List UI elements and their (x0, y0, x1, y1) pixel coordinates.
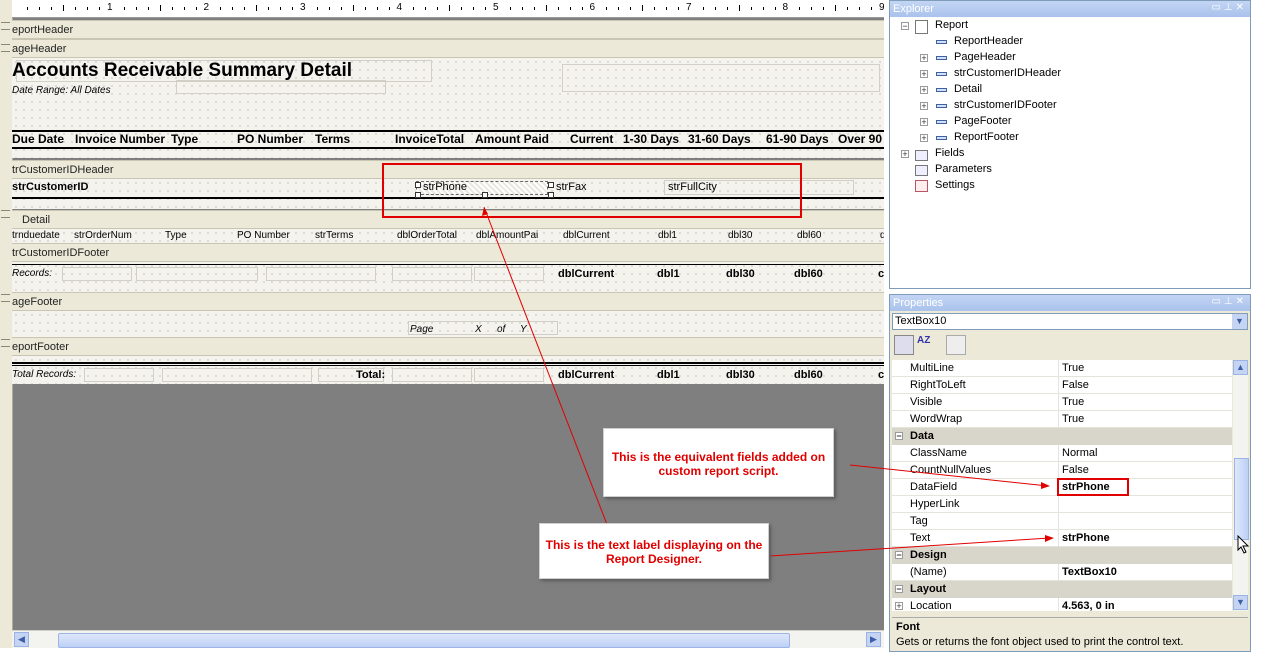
mouse-cursor-icon (1237, 535, 1250, 554)
arrow-line (849, 464, 1049, 487)
highlight-box (382, 163, 802, 218)
datafield-highlight (1057, 478, 1129, 496)
arrow-line (769, 537, 1051, 557)
arrow-line (483, 206, 609, 528)
callout-fields: This is the equivalent fields added on c… (603, 428, 834, 497)
callout-label: This is the text label displaying on the… (539, 523, 769, 579)
